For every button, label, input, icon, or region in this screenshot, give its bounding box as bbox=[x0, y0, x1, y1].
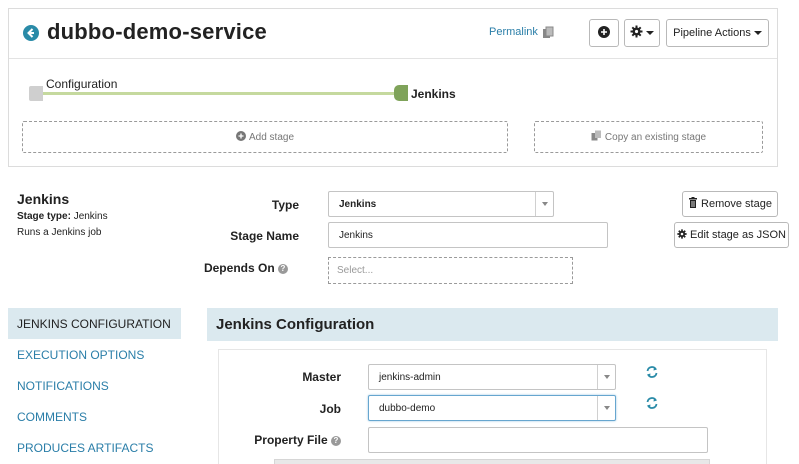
job-label: Job bbox=[319, 402, 341, 416]
master-select-value: jenkins-admin bbox=[379, 371, 441, 383]
property-file-input[interactable] bbox=[368, 427, 708, 453]
settings-dropdown-button[interactable] bbox=[624, 19, 660, 47]
type-select-value: Jenkins bbox=[339, 198, 377, 210]
pipeline-actions-label: Pipeline Actions bbox=[673, 27, 751, 39]
remove-stage-button[interactable]: Remove stage bbox=[682, 191, 778, 217]
stage-name-label: Stage Name bbox=[230, 229, 299, 243]
edit-stage-json-button[interactable]: Edit stage as JSON bbox=[674, 222, 789, 248]
type-label: Type bbox=[271, 198, 299, 212]
section-heading: Jenkins Configuration bbox=[207, 308, 778, 341]
remove-stage-label: Remove stage bbox=[701, 198, 772, 210]
permalink-link[interactable]: Permalink bbox=[489, 26, 538, 38]
copy-link-icon[interactable] bbox=[542, 26, 554, 39]
nav-item-jenkins-configuration[interactable]: JENKINS CONFIGURATION bbox=[8, 308, 181, 339]
pipeline-actions-button[interactable]: Pipeline Actions bbox=[666, 19, 769, 47]
copy-stage-button[interactable]: Copy an existing stage bbox=[534, 121, 763, 153]
master-label: Master bbox=[302, 370, 341, 384]
header-bar: dubbo-demo-service Permalink Pipeline Ac… bbox=[9, 9, 777, 59]
type-select[interactable]: Jenkins bbox=[328, 191, 554, 217]
stage-section-nav: JENKINS CONFIGURATION EXECUTION OPTIONS … bbox=[8, 308, 181, 463]
edit-stage-json-label: Edit stage as JSON bbox=[690, 229, 786, 241]
copy-icon bbox=[591, 130, 602, 144]
add-button[interactable] bbox=[589, 19, 619, 47]
stage-description: Runs a Jenkins job bbox=[17, 227, 102, 238]
depends-on-label: Depends On ? bbox=[200, 261, 288, 275]
job-select-value: dubbo-demo bbox=[379, 402, 436, 414]
depends-on-text: Depends On bbox=[203, 261, 275, 275]
nav-item-comments[interactable]: COMMENTS bbox=[8, 401, 181, 432]
stage-title: Jenkins bbox=[17, 191, 70, 207]
stage-type-label: Stage type: bbox=[17, 211, 71, 222]
gear-icon bbox=[630, 25, 643, 41]
add-stage-button[interactable]: Add stage bbox=[22, 121, 508, 153]
job-select[interactable]: dubbo-demo bbox=[368, 395, 616, 421]
stage-label-jenkins[interactable]: Jenkins bbox=[411, 87, 456, 101]
refresh-icon[interactable] bbox=[645, 396, 659, 410]
page-title: dubbo-demo-service bbox=[47, 19, 267, 44]
stage-type: Stage type: Jenkins bbox=[17, 211, 108, 222]
pipeline-graph-line bbox=[39, 92, 401, 95]
add-stage-label: Add stage bbox=[248, 131, 295, 143]
stage-name-input[interactable]: Jenkins bbox=[328, 222, 608, 248]
stage-node-jenkins[interactable] bbox=[394, 85, 408, 101]
trash-icon bbox=[688, 197, 698, 211]
chevron-down-icon bbox=[646, 31, 654, 35]
nav-item-produces-artifacts[interactable]: PRODUCES ARTIFACTS bbox=[8, 432, 181, 463]
copy-stage-label: Copy an existing stage bbox=[604, 131, 707, 143]
dropdown-arrow-icon[interactable] bbox=[535, 192, 553, 216]
back-arrow-icon[interactable] bbox=[23, 25, 39, 41]
property-file-text: Property File bbox=[254, 433, 328, 447]
question-icon[interactable]: ? bbox=[278, 263, 288, 274]
dropdown-arrow-icon[interactable] bbox=[597, 396, 615, 420]
question-icon[interactable]: ? bbox=[331, 435, 341, 446]
plus-circle-icon bbox=[598, 25, 610, 41]
dropdown-arrow-icon[interactable] bbox=[597, 365, 615, 389]
plus-circle-icon bbox=[235, 130, 246, 144]
chevron-down-icon bbox=[753, 31, 762, 35]
parameters-table-edge bbox=[274, 459, 710, 464]
master-select[interactable]: jenkins-admin bbox=[368, 364, 616, 390]
refresh-icon[interactable] bbox=[645, 365, 659, 379]
depends-on-select[interactable]: Select... bbox=[328, 257, 573, 284]
nav-item-notifications[interactable]: NOTIFICATIONS bbox=[8, 370, 181, 401]
stage-type-value: Jenkins bbox=[73, 211, 108, 222]
stage-label-configuration[interactable]: Configuration bbox=[46, 77, 117, 91]
nav-item-execution-options[interactable]: EXECUTION OPTIONS bbox=[8, 339, 181, 370]
cog-icon bbox=[677, 228, 687, 242]
stage-node-configuration[interactable] bbox=[29, 86, 43, 101]
property-file-label: Property File ? bbox=[220, 433, 341, 447]
pipeline-header-card: dubbo-demo-service Permalink Pipeline Ac… bbox=[8, 8, 778, 167]
